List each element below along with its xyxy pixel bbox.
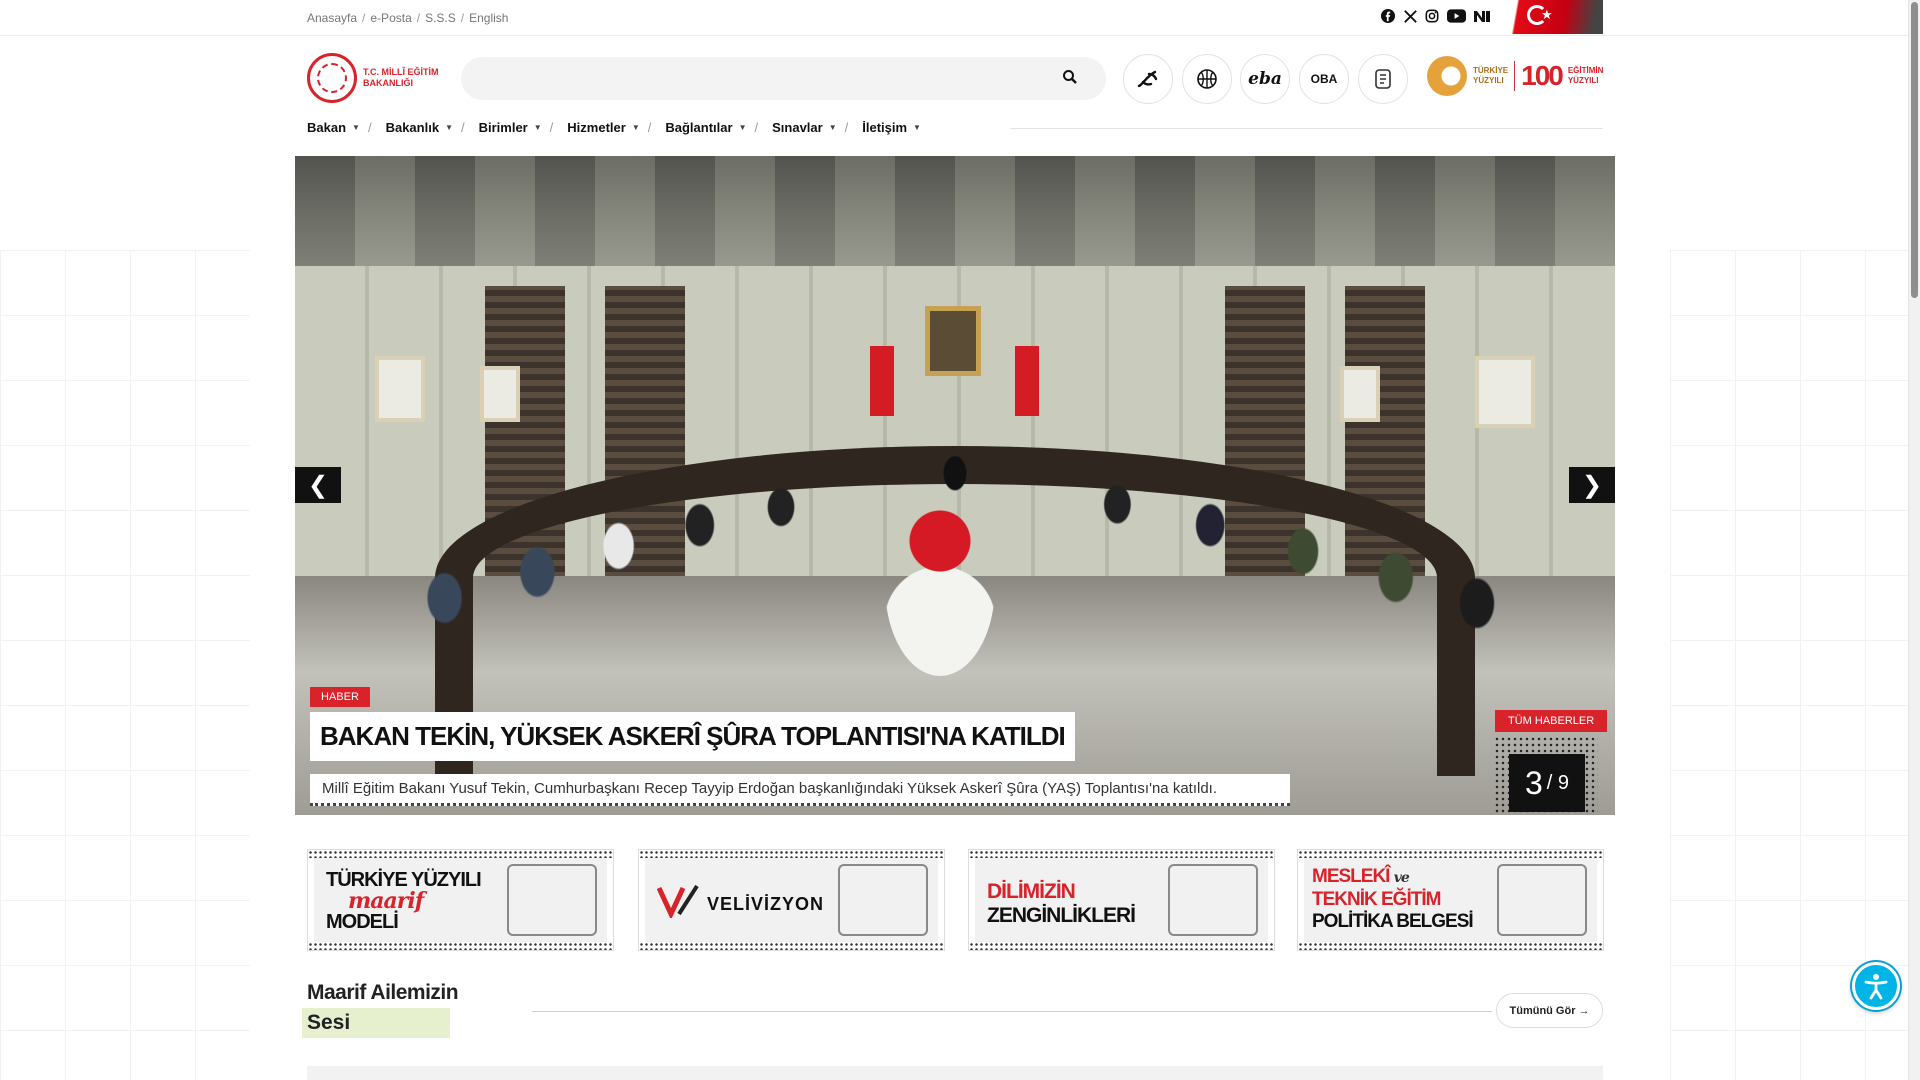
accessibility-icon[interactable]	[1852, 962, 1900, 1010]
document-seal-icon	[1497, 864, 1587, 936]
top-bar: Anasayfa / e-Posta / S.S.S / English ★	[0, 0, 1908, 36]
banner-velivizyon[interactable]: VELİVİZYON	[638, 849, 945, 951]
x-icon[interactable]	[1402, 8, 1418, 24]
page-scrollbar[interactable]	[1908, 0, 1920, 1080]
film-clapper-icon	[838, 864, 928, 936]
link-faq[interactable]: S.S.S	[425, 11, 456, 25]
centennial-label: YÜZYILI	[1567, 76, 1599, 85]
slide-current: 3	[1524, 764, 1543, 801]
separator: /	[362, 11, 366, 25]
centennial-label: YÜZYILI	[1473, 76, 1504, 85]
see-all-button[interactable]: Tümünü Gör →	[1496, 993, 1603, 1028]
main-nav: Bakan ▼ / Bakanlık ▼ / Birimler ▼ / Hizmetler ▼…	[307, 120, 921, 135]
section-title: Maarif Ailemizin	[307, 981, 459, 1004]
nav-divider	[1010, 128, 1603, 129]
arrow-right-icon: →	[1578, 1004, 1590, 1017]
banner-label: MESLEKÎ	[1312, 866, 1390, 887]
nav-item-bakan[interactable]: Bakan ▼	[307, 120, 360, 135]
nsosyal-icon[interactable]	[1472, 8, 1492, 24]
banner-label: DİLİMİZİN	[987, 880, 1076, 903]
basketball-icon[interactable]	[1182, 54, 1232, 104]
news-title[interactable]: BAKAN TEKİN, YÜKSEK ASKERÎ ŞÛRA TOPLANTI…	[310, 712, 1075, 761]
section-divider	[532, 1011, 1492, 1012]
chevron-down-icon: ▼	[352, 123, 360, 132]
separator: /	[416, 11, 421, 25]
centennial-label: EĞİTİMİN	[1567, 66, 1604, 75]
chevron-down-icon: ▼	[631, 123, 640, 132]
banner-label: TEKNİK EĞİTİM	[1312, 889, 1441, 910]
section-content	[307, 1066, 1603, 1080]
top-links: Anasayfa / e-Posta / S.S.S / English	[307, 11, 508, 25]
background-grid-left	[0, 250, 250, 1080]
nav-item-birimler[interactable]: Birimler ▼	[479, 120, 542, 135]
banner-label: ZENGİNLİKLERİ	[987, 904, 1136, 927]
scrollbar-thumb[interactable]	[1911, 2, 1918, 298]
centennial-label: TÜRKİYE	[1473, 66, 1509, 75]
meb-quick-link-icon[interactable]	[1123, 54, 1173, 104]
eba-link[interactable]: eba	[1240, 54, 1290, 104]
meb-logo[interactable]: T.C. MİLLÎ EĞİTİM BAKANLIĞI	[307, 53, 439, 103]
slider-prev-button[interactable]: ❮	[295, 467, 341, 503]
search-bar	[461, 57, 1106, 100]
banner-maarif-modeli[interactable]: TÜRKİYE YÜZYILI maarif MODELİ	[307, 849, 614, 951]
separator: /	[460, 11, 465, 25]
oba-link[interactable]: OBA	[1299, 54, 1349, 104]
chevron-down-icon: ▼	[828, 123, 837, 132]
background-grid-right	[1670, 250, 1920, 1080]
logo-seal-icon	[307, 53, 357, 103]
facebook-icon[interactable]	[1380, 8, 1396, 24]
centennial-logo: TÜRKİYE YÜZYILI 100 EĞİTİMİN YÜZYILI	[1427, 56, 1607, 96]
slide-counter: 3 / 9	[1509, 754, 1585, 812]
logo-text: T.C. MİLLÎ EĞİTİM BAKANLIĞI	[363, 67, 439, 88]
slider-next-button[interactable]: ❯	[1569, 467, 1615, 503]
banner-dilimizin-zenginlikleri[interactable]: DİLİMİZİN ZENGİNLİKLERİ	[968, 849, 1275, 951]
section-title-highlight: Sesi	[302, 1008, 450, 1038]
velivizyon-logo-icon	[656, 884, 701, 923]
news-slider: ❮ ❯ HABER BAKAN TEKİN, YÜKSEK ASKERÎ ŞÛR…	[295, 156, 1615, 815]
chevron-down-icon: ▼	[445, 123, 453, 132]
nav-item-sinavlar[interactable]: Sınavlar ▼	[772, 120, 837, 135]
turkish-flag-image: ★	[1505, 0, 1603, 34]
quill-pen-icon	[1168, 864, 1258, 936]
link-email[interactable]: e-Posta	[370, 11, 411, 25]
instagram-icon[interactable]	[1424, 8, 1440, 24]
all-news-button[interactable]: TÜM HABERLER	[1495, 710, 1608, 732]
link-english[interactable]: English	[469, 11, 508, 25]
search-icon[interactable]	[1062, 69, 1082, 89]
nav-item-bakanlik[interactable]: Bakanlık ▼	[386, 120, 453, 135]
chevron-down-icon: ▼	[738, 123, 747, 132]
link-home[interactable]: Anasayfa	[307, 11, 357, 25]
banner-label: POLİTİKA BELGESİ	[1312, 911, 1474, 932]
nav-item-hizmetler[interactable]: Hizmetler ▼	[567, 120, 639, 135]
search-input[interactable]	[461, 57, 1021, 100]
turkiye-yuzyili-icon	[1427, 56, 1467, 96]
banner-label: VELİVİZYON	[707, 894, 825, 914]
books-icon	[507, 864, 597, 936]
social-links	[1380, 8, 1492, 24]
banner-mesleki-egitim[interactable]: MESLEKÎ ve TEKNİK EĞİTİM POLİTİKA BELGES…	[1297, 849, 1604, 951]
centennial-number: 100	[1521, 60, 1564, 91]
slide-total: / 9	[1546, 771, 1570, 794]
see-all-label: Tümünü Gör	[1509, 1004, 1576, 1017]
chevron-down-icon: ▼	[913, 123, 921, 132]
nav-item-iletisim[interactable]: İletişim ▼	[862, 120, 921, 135]
banner-label: ve	[1393, 870, 1410, 886]
chevron-down-icon: ▼	[533, 123, 542, 132]
document-icon[interactable]	[1358, 54, 1408, 104]
news-description: Millî Eğitim Bakanı Yusuf Tekin, Cumhurb…	[310, 774, 1290, 806]
news-tag: HABER	[310, 687, 370, 707]
youtube-icon[interactable]	[1446, 8, 1466, 24]
banner-label: maarif	[348, 888, 424, 914]
nav-item-baglantilar[interactable]: Bağlantılar ▼	[665, 120, 746, 135]
